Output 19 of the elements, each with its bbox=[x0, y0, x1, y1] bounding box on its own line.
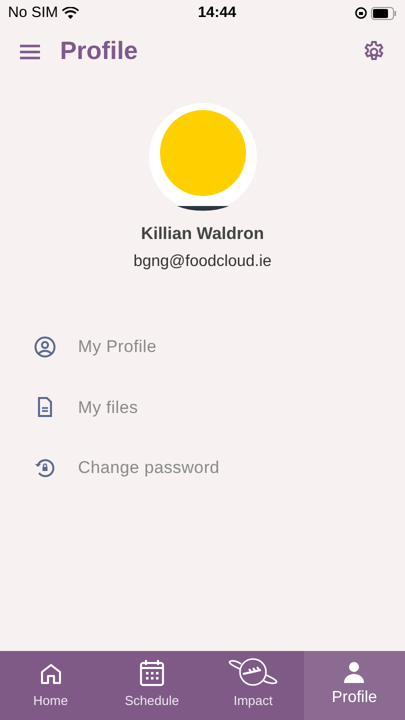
menu-item[interactable]: My Profile bbox=[0, 316, 405, 377]
carrier-label: No SIM bbox=[8, 2, 58, 23]
planet-icon bbox=[227, 656, 280, 686]
person-circle-icon bbox=[33, 334, 57, 359]
clock: 14:44 bbox=[198, 2, 236, 23]
tab[interactable]: Home bbox=[0, 651, 102, 720]
menu-item[interactable]: My files bbox=[0, 377, 405, 438]
rotation-lock-icon bbox=[354, 7, 367, 19]
page-title: Profile bbox=[60, 36, 138, 68]
tab[interactable]: Schedule bbox=[101, 651, 202, 720]
user-email: bgng@foodcloud.ie bbox=[133, 252, 272, 272]
calendar-icon bbox=[138, 658, 165, 686]
user-name: Killian Waldron bbox=[140, 223, 264, 245]
battery-icon bbox=[370, 6, 397, 20]
menu-item[interactable]: Change password bbox=[0, 438, 405, 498]
wifi-icon bbox=[62, 7, 80, 19]
tab[interactable]: Impact bbox=[202, 651, 304, 720]
person-icon bbox=[342, 660, 366, 684]
tab[interactable]: Profile bbox=[304, 651, 405, 720]
